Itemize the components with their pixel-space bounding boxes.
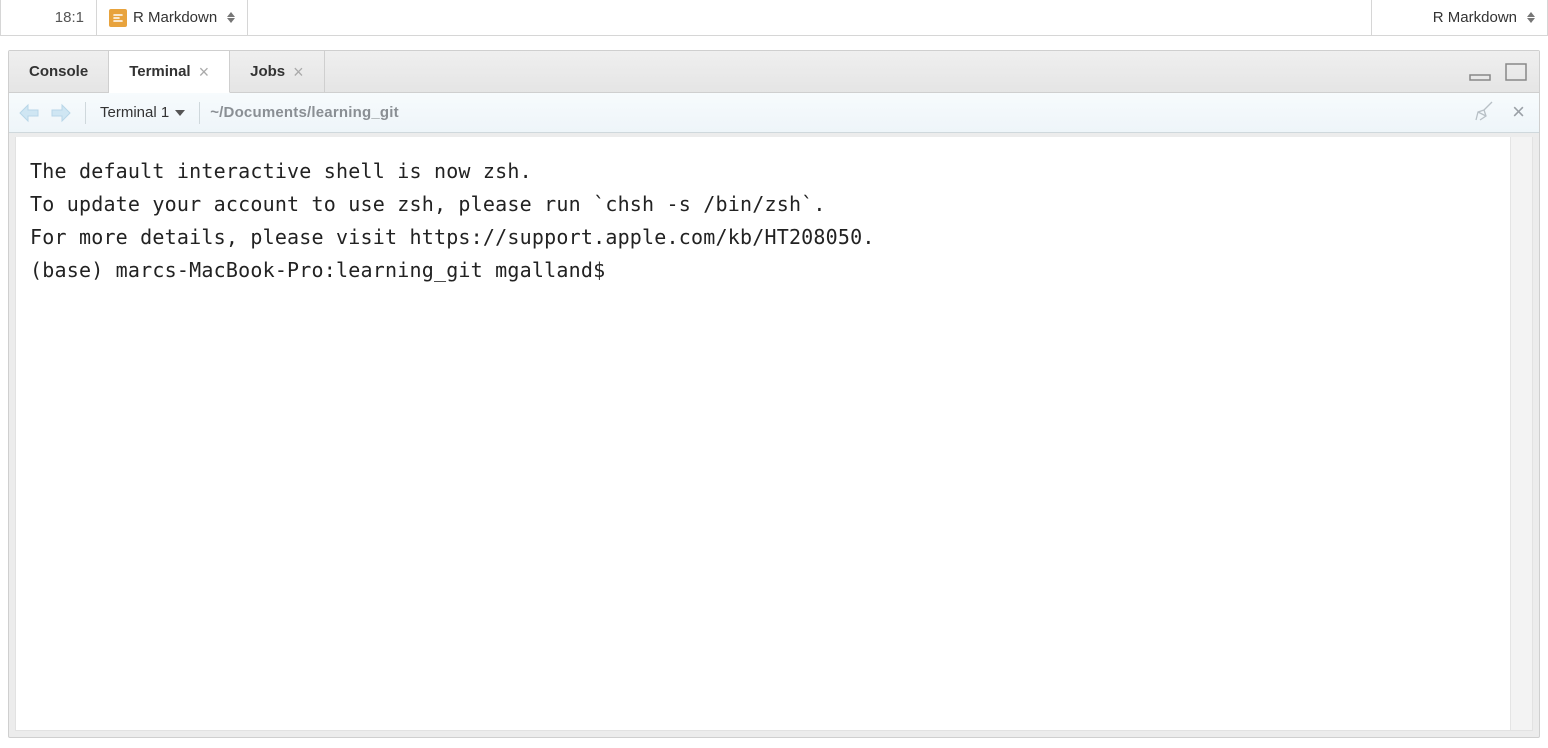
- editor-status-bar: 18:1 R Markdown R Markdown: [0, 0, 1548, 36]
- nav-forward-button[interactable]: [47, 100, 75, 126]
- tab-console[interactable]: Console: [9, 51, 109, 93]
- tab-jobs-label: Jobs: [250, 63, 285, 80]
- arrow-right-icon: [50, 103, 72, 123]
- maximize-panel-button[interactable]: [1503, 62, 1529, 82]
- file-mode-label: R Markdown: [133, 9, 217, 26]
- terminal-session-picker[interactable]: Terminal 1: [96, 102, 189, 123]
- chevron-down-icon: [175, 110, 185, 116]
- close-terminal-button[interactable]: ×: [1504, 101, 1529, 125]
- updown-icon: [227, 12, 235, 23]
- panel-tabstrip: Console Terminal × Jobs ×: [9, 51, 1539, 93]
- terminal-line: The default interactive shell is now zsh…: [30, 159, 532, 183]
- arrow-left-icon: [18, 103, 40, 123]
- clear-terminal-button[interactable]: [1472, 100, 1500, 126]
- file-type-label: R Markdown: [1433, 9, 1517, 26]
- rmarkdown-icon: [109, 9, 127, 27]
- tab-terminal-label: Terminal: [129, 63, 190, 80]
- minimize-panel-button[interactable]: [1467, 62, 1493, 82]
- terminal-line: For more details, please visit https://s…: [30, 225, 875, 249]
- terminal-session-label: Terminal 1: [100, 104, 169, 121]
- tab-console-label: Console: [29, 63, 88, 80]
- minimize-icon: [1469, 63, 1491, 81]
- terminal-scrollbar[interactable]: [1510, 137, 1532, 730]
- status-bar-spacer: [248, 0, 1372, 35]
- terminal-toolbar: Terminal 1 ~/Documents/learning_git ×: [9, 93, 1539, 133]
- file-mode-picker[interactable]: R Markdown: [97, 0, 248, 35]
- maximize-icon: [1505, 63, 1527, 81]
- terminal-output[interactable]: The default interactive shell is now zsh…: [16, 137, 1510, 730]
- working-directory-path: ~/Documents/learning_git: [210, 104, 399, 121]
- close-icon[interactable]: ×: [199, 63, 210, 81]
- close-icon[interactable]: ×: [293, 63, 304, 81]
- terminal-line: To update your account to use zsh, pleas…: [30, 192, 826, 216]
- nav-back-button[interactable]: [15, 100, 43, 126]
- tab-terminal[interactable]: Terminal ×: [109, 51, 230, 93]
- cursor-position-text: 18:1: [55, 9, 84, 26]
- terminal-body: The default interactive shell is now zsh…: [15, 137, 1533, 731]
- toolbar-divider: [85, 102, 86, 124]
- updown-icon: [1527, 12, 1535, 23]
- file-type-picker[interactable]: R Markdown: [1372, 0, 1547, 35]
- bottom-panel: Console Terminal × Jobs × Terminal 1: [8, 50, 1540, 738]
- terminal-prompt: (base) marcs-MacBook-Pro:learning_git mg…: [30, 258, 605, 282]
- broom-icon: [1472, 100, 1500, 122]
- cursor-position: 18:1: [1, 0, 97, 35]
- toolbar-divider: [199, 102, 200, 124]
- tab-jobs[interactable]: Jobs ×: [230, 51, 325, 93]
